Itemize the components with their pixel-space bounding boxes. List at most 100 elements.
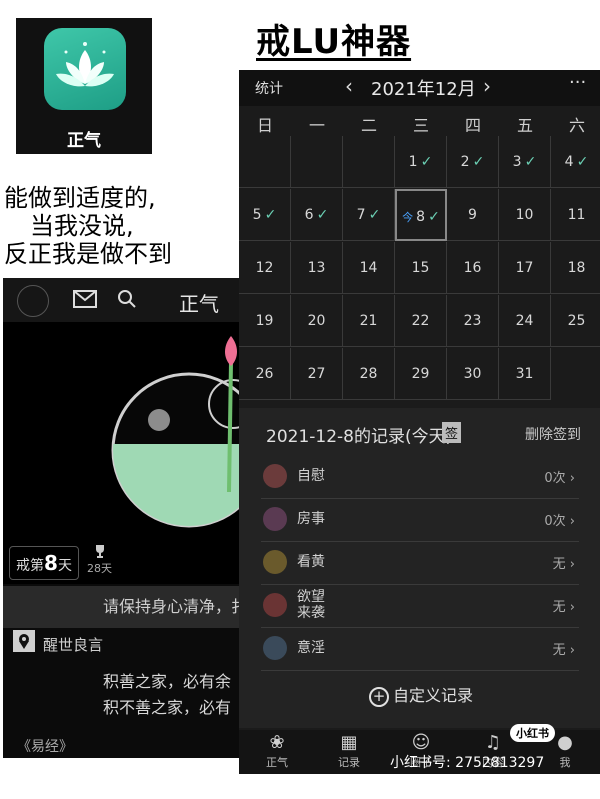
day-number: 20 — [307, 313, 326, 329]
next-month-icon[interactable]: › — [483, 74, 491, 98]
calendar-day-30[interactable]: 30 — [447, 348, 499, 400]
add-custom-record-button[interactable]: + 自定义记录 — [369, 682, 473, 707]
record-name: 看黄 — [297, 554, 325, 570]
record-name: 自慰 — [297, 468, 325, 484]
record-row[interactable]: 欲望 来袭 无 › — [261, 585, 579, 628]
tab-1[interactable]: ❀ 正气 — [247, 732, 307, 770]
signed-chip: 签 — [442, 422, 462, 443]
quote-line-2: 积不善之家，必有 — [103, 698, 232, 717]
more-options-icon[interactable]: ··· — [569, 72, 586, 93]
calendar-day-13[interactable]: 13 — [291, 242, 343, 294]
lotus-app-icon[interactable] — [44, 28, 126, 110]
calendar-day-26[interactable]: 26 — [239, 348, 291, 400]
caption-line-3: 反正我是做不到 — [4, 240, 172, 268]
day-number: 6 — [304, 207, 314, 223]
day-number: 11 — [567, 207, 586, 223]
calendar-day-28[interactable]: 28 — [343, 348, 395, 400]
quote-source: 《易经》 — [17, 739, 73, 755]
caption-line-1: 能做到适度的, — [4, 184, 156, 212]
check-icon: ✓ — [472, 154, 485, 170]
record-row[interactable]: 自慰 0次 › — [261, 456, 579, 499]
calendar-day-1[interactable]: 1 ✓ — [395, 136, 447, 188]
calendar-day-25[interactable]: 25 — [551, 295, 600, 347]
day-number: 17 — [515, 260, 534, 276]
xiaohongshu-badge: 小红书 — [510, 724, 555, 742]
record-row[interactable]: 看黄 无 › — [261, 542, 579, 585]
tab-label: 记录 — [338, 756, 360, 769]
day-number: 21 — [359, 313, 378, 329]
calendar-day-3[interactable]: 3 ✓ — [499, 136, 551, 188]
tab-2[interactable]: ▦ 记录 — [319, 732, 379, 770]
calendar-day-29[interactable]: 29 — [395, 348, 447, 400]
record-row[interactable]: 房事 0次 › — [261, 499, 579, 542]
calendar-day-6[interactable]: 6 ✓ — [291, 189, 343, 241]
record-name: 欲望 来袭 — [297, 589, 325, 621]
weekday-label: 三 — [412, 116, 429, 135]
calendar-day-22[interactable]: 22 — [395, 295, 447, 347]
lotus-bowl-illustration — [111, 336, 253, 528]
day-number: 26 — [255, 366, 274, 382]
calendar-day-8[interactable]: 今 8 ✓ — [395, 189, 447, 241]
calendar-day-15[interactable]: 15 — [395, 242, 447, 294]
calendar-screen: 统计 ‹ 2021年12月 › ··· 日一二三四五六 1 ✓ 2 ✓ 3 ✓ 4 ✓ 5 ✓ 6 ✓… — [239, 70, 600, 774]
calendar-day-2[interactable]: 2 ✓ — [447, 136, 499, 188]
prev-month-icon[interactable]: ‹ — [345, 74, 353, 98]
calendar-empty-cell — [291, 136, 343, 188]
record-value: 无 › — [552, 600, 575, 615]
weekday-label: 一 — [308, 116, 325, 135]
calendar-day-21[interactable]: 21 — [343, 295, 395, 347]
calendar-day-11[interactable]: 11 — [551, 189, 600, 241]
calendar-day-16[interactable]: 16 — [447, 242, 499, 294]
record-dot-icon — [263, 593, 287, 617]
app-icon-label: 正气 — [67, 131, 101, 151]
day-number: 30 — [463, 366, 482, 382]
calendar-day-23[interactable]: 23 — [447, 295, 499, 347]
day-number: 31 — [515, 366, 534, 382]
reminder-text: 请保持身心清净，扌 — [103, 597, 248, 616]
calendar-day-14[interactable]: 14 — [343, 242, 395, 294]
calendar-day-27[interactable]: 27 — [291, 348, 343, 400]
stats-button[interactable]: 统计 — [255, 78, 283, 98]
tab-label: 正气 — [266, 756, 288, 769]
calendar-day-12[interactable]: 12 — [239, 242, 291, 294]
calendar-icon: ▦ — [340, 732, 358, 753]
lotus-icon: ❀ — [269, 732, 285, 753]
calendar-day-24[interactable]: 24 — [499, 295, 551, 347]
watermark-text: 小红书号: 2752813297 — [390, 755, 545, 771]
record-panel: 2021-12-8的记录(今天) 签 删除签到 自慰 0次 › 房事 0次 › 看黄无 … — [239, 408, 600, 728]
calendar-day-10[interactable]: 10 — [499, 189, 551, 241]
weekday-label: 六 — [568, 116, 585, 135]
day-number: 24 — [515, 313, 534, 329]
record-value: 0次 › — [544, 471, 575, 486]
abstain-days-number: 8 — [44, 551, 58, 575]
record-dot-icon — [263, 464, 287, 488]
abstain-days-badge[interactable]: 戒第8天 — [9, 546, 79, 580]
calendar-day-31[interactable]: 31 — [499, 348, 551, 400]
weekday-label: 日 — [256, 116, 273, 135]
day-number: 4 — [564, 154, 574, 170]
circle-icon: ☺ — [411, 732, 431, 753]
reminder-banner: 请保持身心清净，扌 — [3, 586, 253, 628]
weekday-label: 二 — [360, 116, 377, 135]
record-value: 无 › — [552, 557, 575, 572]
calendar-day-19[interactable]: 19 — [239, 295, 291, 347]
delete-sign-button[interactable]: 删除签到 — [525, 424, 581, 444]
calendar-day-18[interactable]: 18 — [551, 242, 600, 294]
calendar-day-4[interactable]: 4 ✓ — [551, 136, 600, 188]
record-dot-icon — [263, 550, 287, 574]
weekday-label: 四 — [464, 116, 481, 135]
calendar-day-17[interactable]: 17 — [499, 242, 551, 294]
app-icon-box: 正气 — [16, 18, 152, 154]
calendar-day-5[interactable]: 5 ✓ — [239, 189, 291, 241]
record-value: 0次 › — [544, 514, 575, 529]
search-icon[interactable] — [117, 289, 137, 309]
check-icon: ✓ — [368, 207, 381, 223]
lotus-visual[interactable] — [3, 322, 253, 584]
record-value: 无 › — [552, 643, 575, 658]
calendar-day-9[interactable]: 9 — [447, 189, 499, 241]
day-number: 12 — [255, 260, 274, 276]
calendar-day-20[interactable]: 20 — [291, 295, 343, 347]
calendar-day-7[interactable]: 7 ✓ — [343, 189, 395, 241]
mail-icon[interactable] — [73, 290, 97, 308]
record-row[interactable]: 意淫 无 › — [261, 628, 579, 671]
